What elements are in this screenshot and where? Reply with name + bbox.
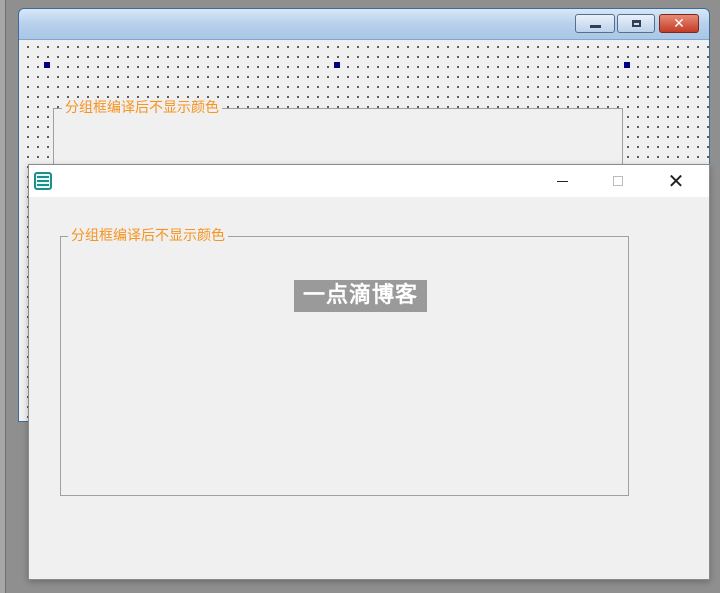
watermark: 一点滴博客 — [294, 280, 427, 312]
designer-titlebar: ✕ — [19, 9, 709, 40]
minimize-icon — [556, 180, 568, 182]
minimize-icon — [589, 25, 601, 28]
maximize-icon — [631, 20, 641, 27]
designer-close-button[interactable]: ✕ — [659, 14, 699, 33]
designer-groupbox-label: 分组框编译后不显示颜色 — [62, 100, 222, 116]
runtime-titlebar[interactable]: ✕ — [29, 165, 709, 197]
runtime-window: ✕ 分组框编译后不显示颜色 一点滴博客 — [28, 164, 710, 580]
desktop-left-edge — [0, 0, 6, 593]
close-icon: ✕ — [673, 15, 685, 32]
close-icon: ✕ — [667, 169, 685, 193]
selection-handle-top-center[interactable] — [334, 62, 340, 68]
runtime-maximize-button[interactable] — [595, 165, 641, 197]
maximize-icon — [613, 176, 623, 186]
selection-handle-top-right[interactable] — [624, 62, 630, 68]
runtime-close-button[interactable]: ✕ — [653, 165, 699, 197]
runtime-groupbox-label: 分组框编译后不显示颜色 — [68, 228, 228, 244]
runtime-minimize-button[interactable] — [539, 165, 585, 197]
designer-minimize-button[interactable] — [575, 14, 615, 33]
app-icon[interactable] — [34, 172, 52, 190]
selection-handle-top-left[interactable] — [44, 62, 50, 68]
runtime-groupbox: 分组框编译后不显示颜色 — [60, 228, 629, 496]
designer-maximize-button[interactable] — [617, 14, 655, 33]
